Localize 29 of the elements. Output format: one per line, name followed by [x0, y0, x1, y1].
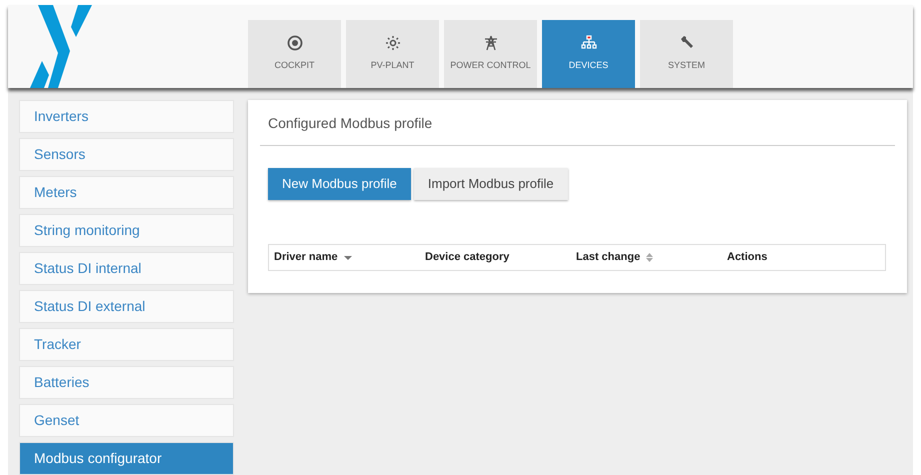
nav-tab[interactable]: SYSTEM [640, 20, 733, 88]
column-header[interactable]: Actions [727, 249, 768, 266]
sidebar-item[interactable]: Tracker [19, 328, 234, 361]
column-header[interactable]: Device category [425, 249, 510, 266]
wrench-icon [678, 35, 694, 51]
nav-tab[interactable]: PV-PLANT [346, 20, 439, 88]
nav-tab[interactable]: COCKPIT [248, 20, 341, 88]
sidebar-item[interactable]: Modbus configurator [19, 442, 234, 475]
panel-title: Configured Modbus profile [260, 100, 895, 146]
sidebar-item[interactable]: Genset [19, 404, 234, 437]
pylon-icon [482, 35, 498, 51]
sidebar-item[interactable]: Batteries [19, 366, 234, 399]
sidebar-item[interactable]: Meters [19, 176, 234, 209]
nav-tab[interactable]: POWER CONTROL [444, 20, 537, 88]
sidebar-item[interactable]: String monitoring [19, 214, 234, 247]
sidebar-item[interactable]: Status DI external [19, 290, 234, 323]
import-profile-button[interactable]: Import Modbus profile [414, 168, 568, 200]
sidebar-item[interactable]: Sensors [19, 138, 234, 171]
new-profile-button[interactable]: New Modbus profile [268, 168, 411, 200]
network-icon [580, 35, 596, 51]
sort-icon[interactable] [646, 253, 654, 262]
column-header[interactable]: Last change [576, 249, 640, 266]
sun-icon [384, 35, 400, 51]
nav-tab[interactable]: DEVICES [542, 20, 635, 88]
target-icon [286, 35, 302, 51]
sidebar-item[interactable]: Status DI internal [19, 252, 234, 285]
sort-desc-icon[interactable] [344, 256, 352, 260]
sidebar-item[interactable]: Inverters [19, 100, 234, 133]
column-header[interactable]: Driver name [274, 249, 338, 266]
